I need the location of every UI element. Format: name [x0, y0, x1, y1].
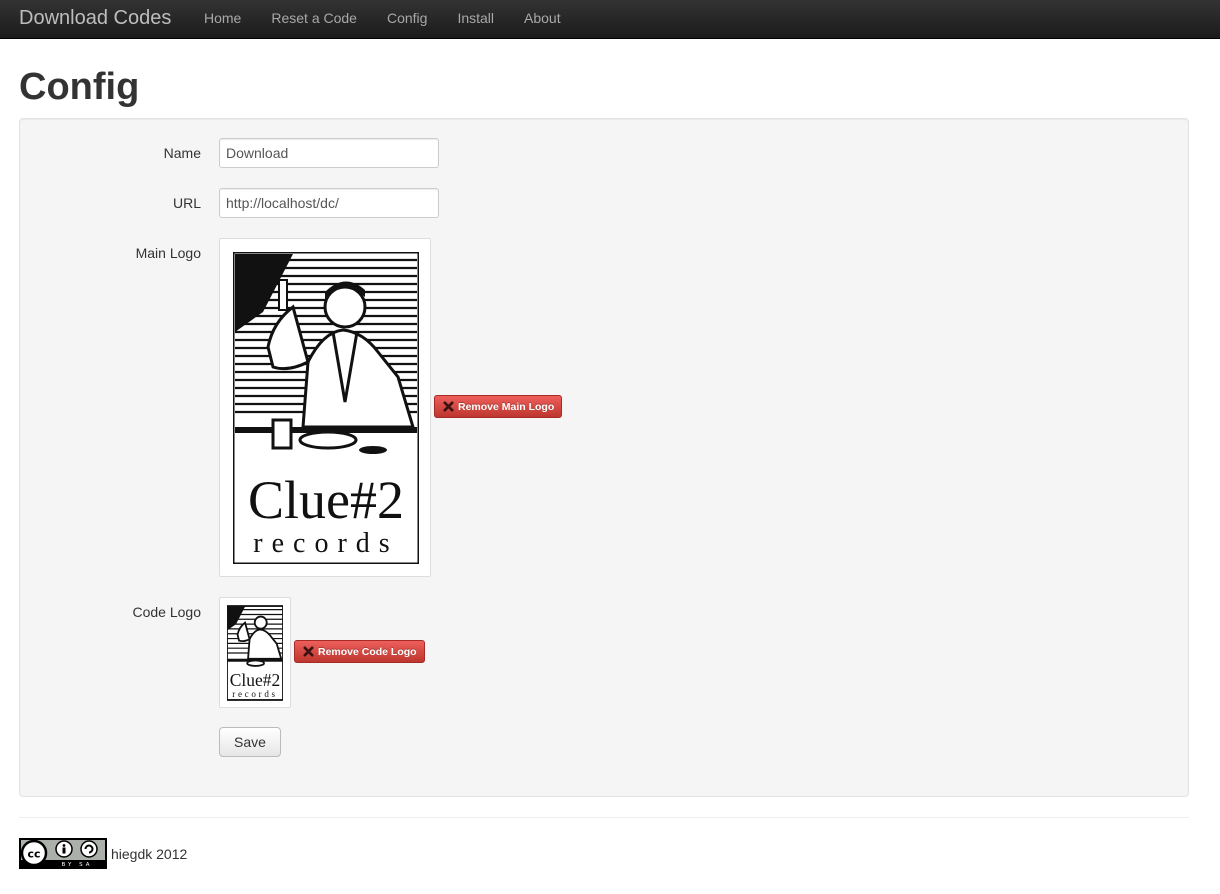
brand-link[interactable]: Download Codes — [19, 6, 171, 30]
remove-icon — [443, 401, 454, 412]
remove-code-logo-label: Remove Code Logo — [318, 645, 417, 658]
remove-icon — [303, 646, 314, 657]
main-logo-label: Main Logo — [135, 245, 201, 261]
code-logo-image: Clue#2 records — [227, 605, 283, 701]
url-input[interactable] — [219, 188, 439, 218]
main-logo-thumbnail: Clue#2 records — [219, 238, 431, 577]
remove-code-logo-button[interactable]: Remove Code Logo — [294, 640, 425, 663]
code-logo-thumbnail: Clue#2 records — [219, 597, 291, 708]
main-logo-brand-text: Clue#2 — [248, 470, 404, 530]
svg-text:cc: cc — [27, 848, 40, 861]
url-label: URL — [172, 195, 201, 211]
nav-item-install[interactable]: Install — [442, 0, 509, 38]
remove-main-logo-label: Remove Main Logo — [458, 400, 555, 413]
page-title: Config — [19, 66, 140, 108]
code-logo-records-text: records — [232, 689, 278, 699]
main-logo-image: Clue#2 records — [233, 252, 419, 564]
footer-divider — [19, 817, 1189, 818]
nav-item-home[interactable]: Home — [189, 0, 256, 38]
code-logo-brand-text: Clue#2 — [230, 670, 280, 690]
nav-item-about[interactable]: About — [509, 0, 576, 38]
name-input[interactable] — [219, 138, 439, 168]
main-nav: Home Reset a Code Config Install About — [189, 0, 576, 38]
creative-commons-license-icon[interactable]: cc BY SA — [19, 838, 107, 869]
remove-main-logo-button[interactable]: Remove Main Logo — [434, 395, 563, 418]
nav-item-reset-code[interactable]: Reset a Code — [256, 0, 372, 38]
name-label: Name — [163, 145, 201, 161]
license-text: BY SA — [62, 862, 93, 868]
save-button[interactable]: Save — [219, 727, 281, 757]
footer-credit: hiegdk 2012 — [111, 846, 188, 862]
top-navbar: Download Codes Home Reset a Code Config … — [0, 0, 1220, 39]
main-logo-records-text: records — [253, 528, 398, 559]
code-logo-label: Code Logo — [132, 604, 201, 620]
nav-item-config[interactable]: Config — [372, 0, 442, 38]
config-form: Name URL Main Logo — [19, 118, 1189, 797]
